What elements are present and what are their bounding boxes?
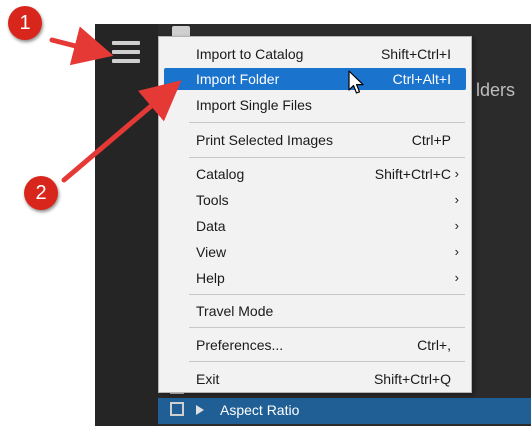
chevron-right-icon: › [454, 166, 459, 181]
step-badge-1: 1 [8, 6, 42, 40]
menu-item-label: Import to Catalog [196, 46, 304, 62]
menu-separator [189, 327, 465, 328]
menu-item-import-to-catalog[interactable]: Import to Catalog Shift+Ctrl+I [164, 43, 466, 65]
mouse-cursor-icon [348, 70, 364, 94]
menu-separator [189, 157, 465, 158]
expand-triangle-icon[interactable] [196, 405, 204, 415]
panel-title-partial: lders [476, 80, 516, 100]
chevron-right-icon: › [454, 218, 459, 233]
menu-item-import-folder[interactable]: Import Folder Ctrl+Alt+I [164, 68, 466, 90]
menu-item-import-single-files[interactable]: Import Single Files [164, 94, 466, 116]
edit-icon[interactable] [170, 402, 184, 416]
menu-item-label: Help [196, 270, 225, 286]
menu-item-print-selected-images[interactable]: Print Selected Images Ctrl+P [164, 129, 466, 151]
aspect-ratio-label: Aspect Ratio [220, 402, 300, 418]
menu-item-shortcut: Shift+Ctrl+I [380, 46, 451, 62]
chevron-right-icon: › [454, 192, 459, 207]
menu-item-help[interactable]: Help › [164, 267, 466, 289]
menu-item-exit[interactable]: Exit Shift+Ctrl+Q [164, 368, 466, 390]
menu-item-shortcut: Ctrl+P [411, 132, 451, 148]
menu-item-view[interactable]: View › [164, 241, 466, 263]
menu-separator [189, 361, 465, 362]
chevron-right-icon: › [454, 270, 459, 285]
menu-separator [189, 294, 465, 295]
menu-item-label: Catalog [196, 166, 245, 182]
arrow-to-menu-icon [49, 26, 114, 66]
menu-item-shortcut: Ctrl+, [417, 337, 451, 353]
menu-item-catalog[interactable]: Catalog Shift+Ctrl+C › [164, 163, 466, 185]
menu-item-shortcut: Shift+Ctrl+Q [373, 371, 451, 387]
menu-item-tools[interactable]: Tools › [164, 189, 466, 211]
menu-item-travel-mode[interactable]: Travel Mode [164, 300, 466, 322]
menu-separator [189, 122, 465, 123]
menu-item-label: Data [196, 218, 226, 234]
hamburger-menu-icon[interactable] [112, 41, 140, 63]
menu-item-label: Import Single Files [196, 97, 312, 113]
step-badge-2: 2 [24, 176, 58, 210]
menu-item-shortcut: Ctrl+Alt+I [392, 71, 451, 87]
aspect-ratio-row[interactable] [158, 398, 531, 424]
menu-item-label: Tools [196, 192, 229, 208]
menu-item-data[interactable]: Data › [164, 215, 466, 237]
sidebar [95, 24, 158, 426]
menu-item-preferences[interactable]: Preferences... Ctrl+, [164, 334, 466, 356]
menu-item-label: Preferences... [196, 337, 284, 353]
menu-item-label: Print Selected Images [196, 132, 333, 148]
menu-item-label: View [196, 244, 227, 260]
main-menu: Import to Catalog Shift+Ctrl+I Import Fo… [158, 36, 472, 393]
menu-item-label: Exit [196, 371, 220, 387]
menu-item-label: Travel Mode [196, 303, 274, 319]
menu-item-label: Import Folder [196, 71, 280, 87]
chevron-right-icon: › [454, 244, 459, 259]
folder-icon [172, 26, 190, 36]
menu-item-shortcut: Shift+Ctrl+C [374, 166, 451, 182]
